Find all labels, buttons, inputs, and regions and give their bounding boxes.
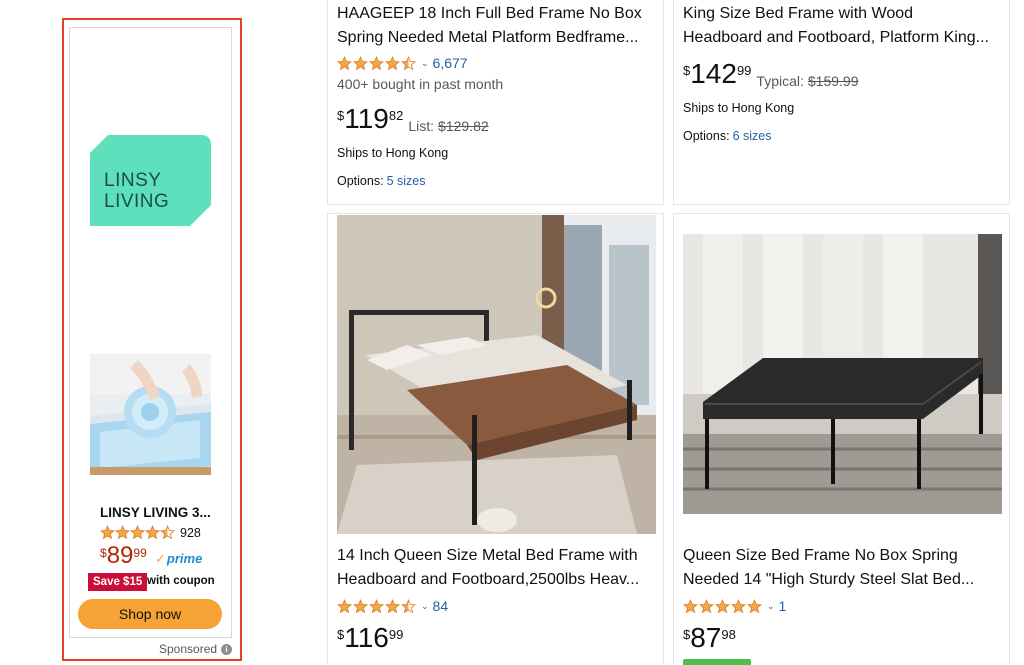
shop-now-button[interactable]: Shop now (78, 599, 222, 629)
product-price[interactable]: $ 87 98 (683, 623, 736, 653)
coupon-text: with coupon (147, 575, 215, 587)
prime-badge: ✓prime (155, 551, 202, 567)
product-options: Options: 6 sizes (683, 129, 771, 143)
sponsored-text: Sponsored (159, 642, 218, 656)
ad-rating-stars-icon (100, 525, 176, 540)
rating-stars-icon (337, 55, 417, 70)
product-image[interactable] (337, 215, 656, 534)
ad-price-currency: $ (100, 546, 107, 560)
list-price: $129.82 (438, 118, 489, 134)
product-price[interactable]: $ 116 99 (337, 623, 403, 653)
ad-rating[interactable]: 928 (100, 525, 201, 540)
prime-check-icon: ✓ (155, 551, 166, 566)
shipping-info: Ships to Hong Kong (337, 146, 449, 160)
info-icon[interactable]: i (221, 643, 233, 655)
product-title-line1: King Size Bed Frame with Wood (683, 5, 914, 22)
options-label: Options: (337, 174, 384, 188)
ad-product-image[interactable] (90, 354, 211, 475)
options-link[interactable]: 5 sizes (387, 174, 426, 188)
sponsored-ad-card[interactable] (69, 27, 232, 638)
typical-price: $159.99 (807, 73, 859, 89)
product-title-line1: Queen Size Bed Frame No Box Spring (683, 547, 958, 564)
product-title-line2: Headboard and Footboard,2500lbs Heav... (337, 571, 640, 588)
typical-price-label: Typical: (756, 73, 804, 89)
price-whole: 87 (690, 622, 722, 653)
price-cents: 99 (388, 627, 404, 642)
prime-label: prime (166, 551, 203, 566)
ad-price-cents: 99 (133, 546, 147, 560)
chevron-down-icon[interactable]: ⌄ (421, 58, 429, 69)
ad-price[interactable]: $ 89 99 (100, 543, 147, 569)
logo-text-line2: LIVING (104, 191, 170, 212)
coupon-tag: Save $15 (88, 573, 148, 591)
options-label: Options: (683, 129, 730, 143)
rating-count-link[interactable]: 6,677 (433, 55, 468, 71)
product-options: Options: 5 sizes (337, 174, 425, 188)
shipping-info: Ships to Hong Kong (683, 101, 795, 115)
product-title-line1: 14 Inch Queen Size Metal Bed Frame with (337, 547, 638, 564)
ad-product-title[interactable]: LINSY LIVING 3... (100, 505, 211, 520)
options-link[interactable]: 6 sizes (733, 129, 772, 143)
rating-count-link[interactable]: 1 (779, 598, 787, 614)
product-title-line1: HAAGEEP 18 Inch Full Bed Frame No Box (337, 5, 642, 22)
product-title[interactable]: King Size Bed Frame with Wood Headboard … (683, 2, 1001, 50)
save-badge (683, 659, 751, 665)
product-title-line2: Spring Needed Metal Platform Bedframe... (337, 29, 639, 46)
product-title-line2: Headboard and Footboard, Platform King..… (683, 29, 989, 46)
price-cents: 98 (721, 627, 736, 642)
product-rating[interactable]: ⌄ 84 (337, 598, 448, 614)
price-cents: 82 (388, 108, 404, 123)
product-image[interactable] (683, 234, 1002, 514)
product-price[interactable]: $ 119 82 List: $129.82 (337, 103, 489, 135)
price-currency: $ (683, 627, 691, 642)
rating-stars-icon (337, 598, 417, 613)
rating-stars-icon (683, 598, 763, 613)
product-title-line2: Needed 14 "High Sturdy Steel Slat Bed... (683, 571, 975, 588)
chevron-down-icon[interactable]: ⌄ (767, 601, 775, 612)
price-whole: 116 (344, 622, 389, 653)
product-title[interactable]: Queen Size Bed Frame No Box Spring Neede… (683, 544, 1001, 592)
price-currency: $ (337, 627, 345, 642)
rating-count-link[interactable]: 84 (433, 598, 449, 614)
price-whole: 119 (344, 103, 389, 134)
sponsored-label[interactable]: Sponsored i (159, 642, 233, 656)
price-currency: $ (337, 108, 345, 123)
brand-logo[interactable]: LINSY LIVING (90, 135, 211, 226)
ad-price-whole: 89 (106, 542, 134, 569)
list-price-label: List: (408, 118, 435, 134)
product-rating[interactable]: ⌄ 6,677 (337, 55, 468, 71)
ad-rating-count[interactable]: 928 (180, 526, 201, 540)
price-whole: 142 (690, 58, 737, 89)
logo-text-line1: LINSY (104, 170, 162, 191)
product-rating[interactable]: ⌄ 1 (683, 598, 786, 614)
price-cents: 99 (736, 63, 752, 78)
chevron-down-icon[interactable]: ⌄ (421, 601, 429, 612)
product-price[interactable]: $ 142 99 Typical: $159.99 (683, 58, 859, 90)
bought-in-past-month: 400+ bought in past month (337, 76, 504, 92)
product-title[interactable]: HAAGEEP 18 Inch Full Bed Frame No Box Sp… (337, 2, 655, 50)
product-title[interactable]: 14 Inch Queen Size Metal Bed Frame with … (337, 544, 655, 592)
price-currency: $ (683, 63, 691, 78)
